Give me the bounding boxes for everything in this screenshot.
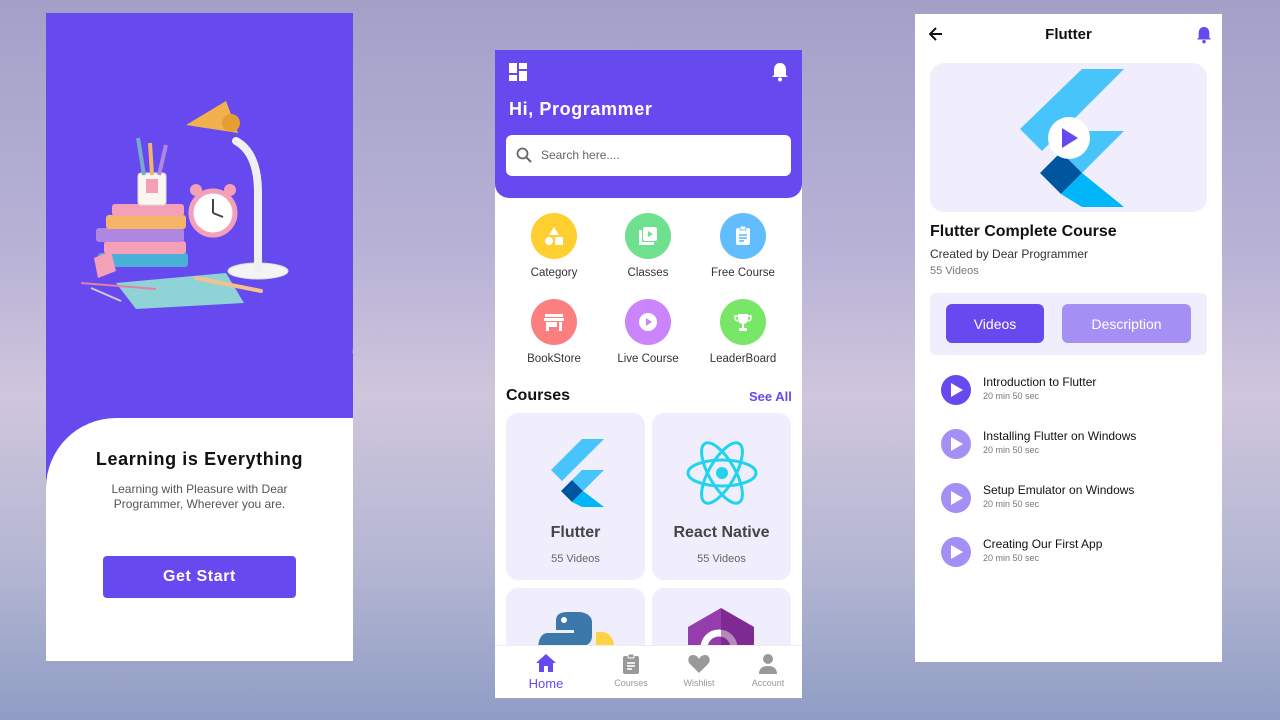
search-bar[interactable] — [506, 135, 791, 176]
play-button[interactable] — [941, 375, 971, 405]
play-icon — [951, 545, 963, 559]
category-label: Free Course — [711, 267, 775, 279]
video-duration: 20 min 50 sec — [983, 499, 1040, 509]
play-button[interactable] — [941, 483, 971, 513]
tab-videos[interactable]: Videos — [946, 304, 1044, 343]
see-all-link[interactable]: See All — [749, 389, 792, 404]
nav-account[interactable]: Account — [738, 654, 798, 688]
video-duration: 20 min 50 sec — [983, 391, 1040, 401]
person-icon — [759, 654, 777, 674]
video-list-item[interactable]: Setup Emulator on Windows 20 min 50 sec — [941, 480, 1201, 520]
nav-label: Courses — [614, 678, 648, 688]
search-icon — [516, 147, 532, 163]
home-icon — [536, 654, 556, 672]
course-detail-screen: Flutter Flutter Complete Course Created … — [915, 14, 1222, 662]
splash-screen: Learning is Everything Learning with Ple… — [46, 13, 353, 661]
trophy-icon — [734, 314, 752, 331]
tab-bar: Videos Description — [930, 293, 1207, 355]
video-title: Setup Emulator on Windows — [983, 483, 1135, 497]
category-label: Live Course — [617, 353, 679, 365]
play-icon — [1062, 128, 1078, 148]
get-start-button[interactable]: Get Start — [103, 556, 296, 598]
video-list-item[interactable]: Creating Our First App 20 min 50 sec — [941, 534, 1201, 574]
nav-label: Home — [528, 676, 564, 691]
category-item-live-course[interactable]: Live Course — [603, 299, 693, 365]
notification-bell-icon[interactable] — [1196, 26, 1212, 44]
video-list-item[interactable]: Installing Flutter on Windows 20 min 50 … — [941, 426, 1201, 466]
screen-title: Flutter — [1045, 26, 1092, 43]
search-input[interactable] — [541, 146, 781, 164]
play-button[interactable] — [1048, 117, 1090, 159]
course-video-count: 55 Videos — [551, 553, 600, 565]
splash-subtitle: Learning with Pleasure with Dear Program… — [111, 482, 288, 511]
nav-home[interactable]: Home — [516, 654, 576, 691]
home-screen: Hi, Programmer Category — [495, 50, 802, 698]
category-item-free-course[interactable]: Free Course — [698, 213, 788, 279]
splash-hero — [46, 13, 353, 418]
nav-courses[interactable]: Courses — [601, 654, 661, 688]
category-label: LeaderBoard — [709, 353, 777, 365]
bottom-navigation: Home Courses Wishlist Account — [495, 645, 802, 698]
category-item-category[interactable]: Category — [509, 213, 599, 279]
nav-wishlist[interactable]: Wishlist — [669, 654, 729, 688]
course-video-preview[interactable] — [930, 63, 1207, 212]
tab-description[interactable]: Description — [1062, 304, 1191, 343]
video-title: Introduction to Flutter — [983, 375, 1097, 389]
video-duration: 20 min 50 sec — [983, 445, 1040, 455]
course-author: Created by Dear Programmer — [930, 247, 1089, 261]
course-name: React Native — [673, 524, 770, 541]
course-video-count: 55 Videos — [697, 553, 746, 565]
assignment-icon — [623, 654, 639, 674]
category-item-leaderboard[interactable]: LeaderBoard — [698, 299, 788, 365]
dashboard-icon[interactable] — [509, 63, 527, 81]
video-duration: 20 min 50 sec — [983, 553, 1040, 563]
course-card-react-native[interactable]: React Native 55 Videos — [652, 413, 791, 580]
course-title: Flutter Complete Course — [930, 223, 1117, 240]
video-title: Installing Flutter on Windows — [983, 429, 1137, 443]
video-library-icon — [639, 227, 657, 245]
assignment-icon — [736, 226, 750, 245]
react-logo — [686, 441, 758, 505]
nav-label: Wishlist — [683, 678, 715, 688]
category-item-bookstore[interactable]: BookStore — [509, 299, 599, 365]
greeting-text: Hi, Programmer — [509, 99, 653, 119]
heart-icon — [688, 655, 710, 673]
course-video-count: 55 Videos — [930, 265, 979, 277]
courses-heading: Courses — [506, 387, 571, 404]
play-button[interactable] — [941, 537, 971, 567]
home-header: Hi, Programmer — [495, 50, 802, 198]
play-icon — [951, 437, 963, 451]
play-icon — [951, 383, 963, 397]
store-icon — [544, 314, 564, 331]
play-icon — [951, 491, 963, 505]
splash-title: Learning is Everything — [95, 449, 304, 469]
notification-bell-icon[interactable] — [771, 62, 789, 82]
category-label: BookStore — [527, 353, 581, 365]
category-icon — [545, 227, 563, 245]
course-name: Flutter — [550, 524, 601, 541]
category-item-classes[interactable]: Classes — [603, 213, 693, 279]
play-circle-icon — [639, 313, 657, 331]
desk-illustration — [80, 101, 289, 309]
video-title: Creating Our First App — [983, 537, 1103, 551]
flutter-logo — [551, 439, 604, 507]
category-label: Category — [530, 267, 578, 279]
video-list-item[interactable]: Introduction to Flutter 20 min 50 sec — [941, 372, 1201, 412]
play-button[interactable] — [941, 429, 971, 459]
category-label: Classes — [627, 267, 669, 279]
course-card-flutter[interactable]: Flutter 55 Videos — [506, 413, 645, 580]
nav-label: Account — [751, 678, 785, 688]
